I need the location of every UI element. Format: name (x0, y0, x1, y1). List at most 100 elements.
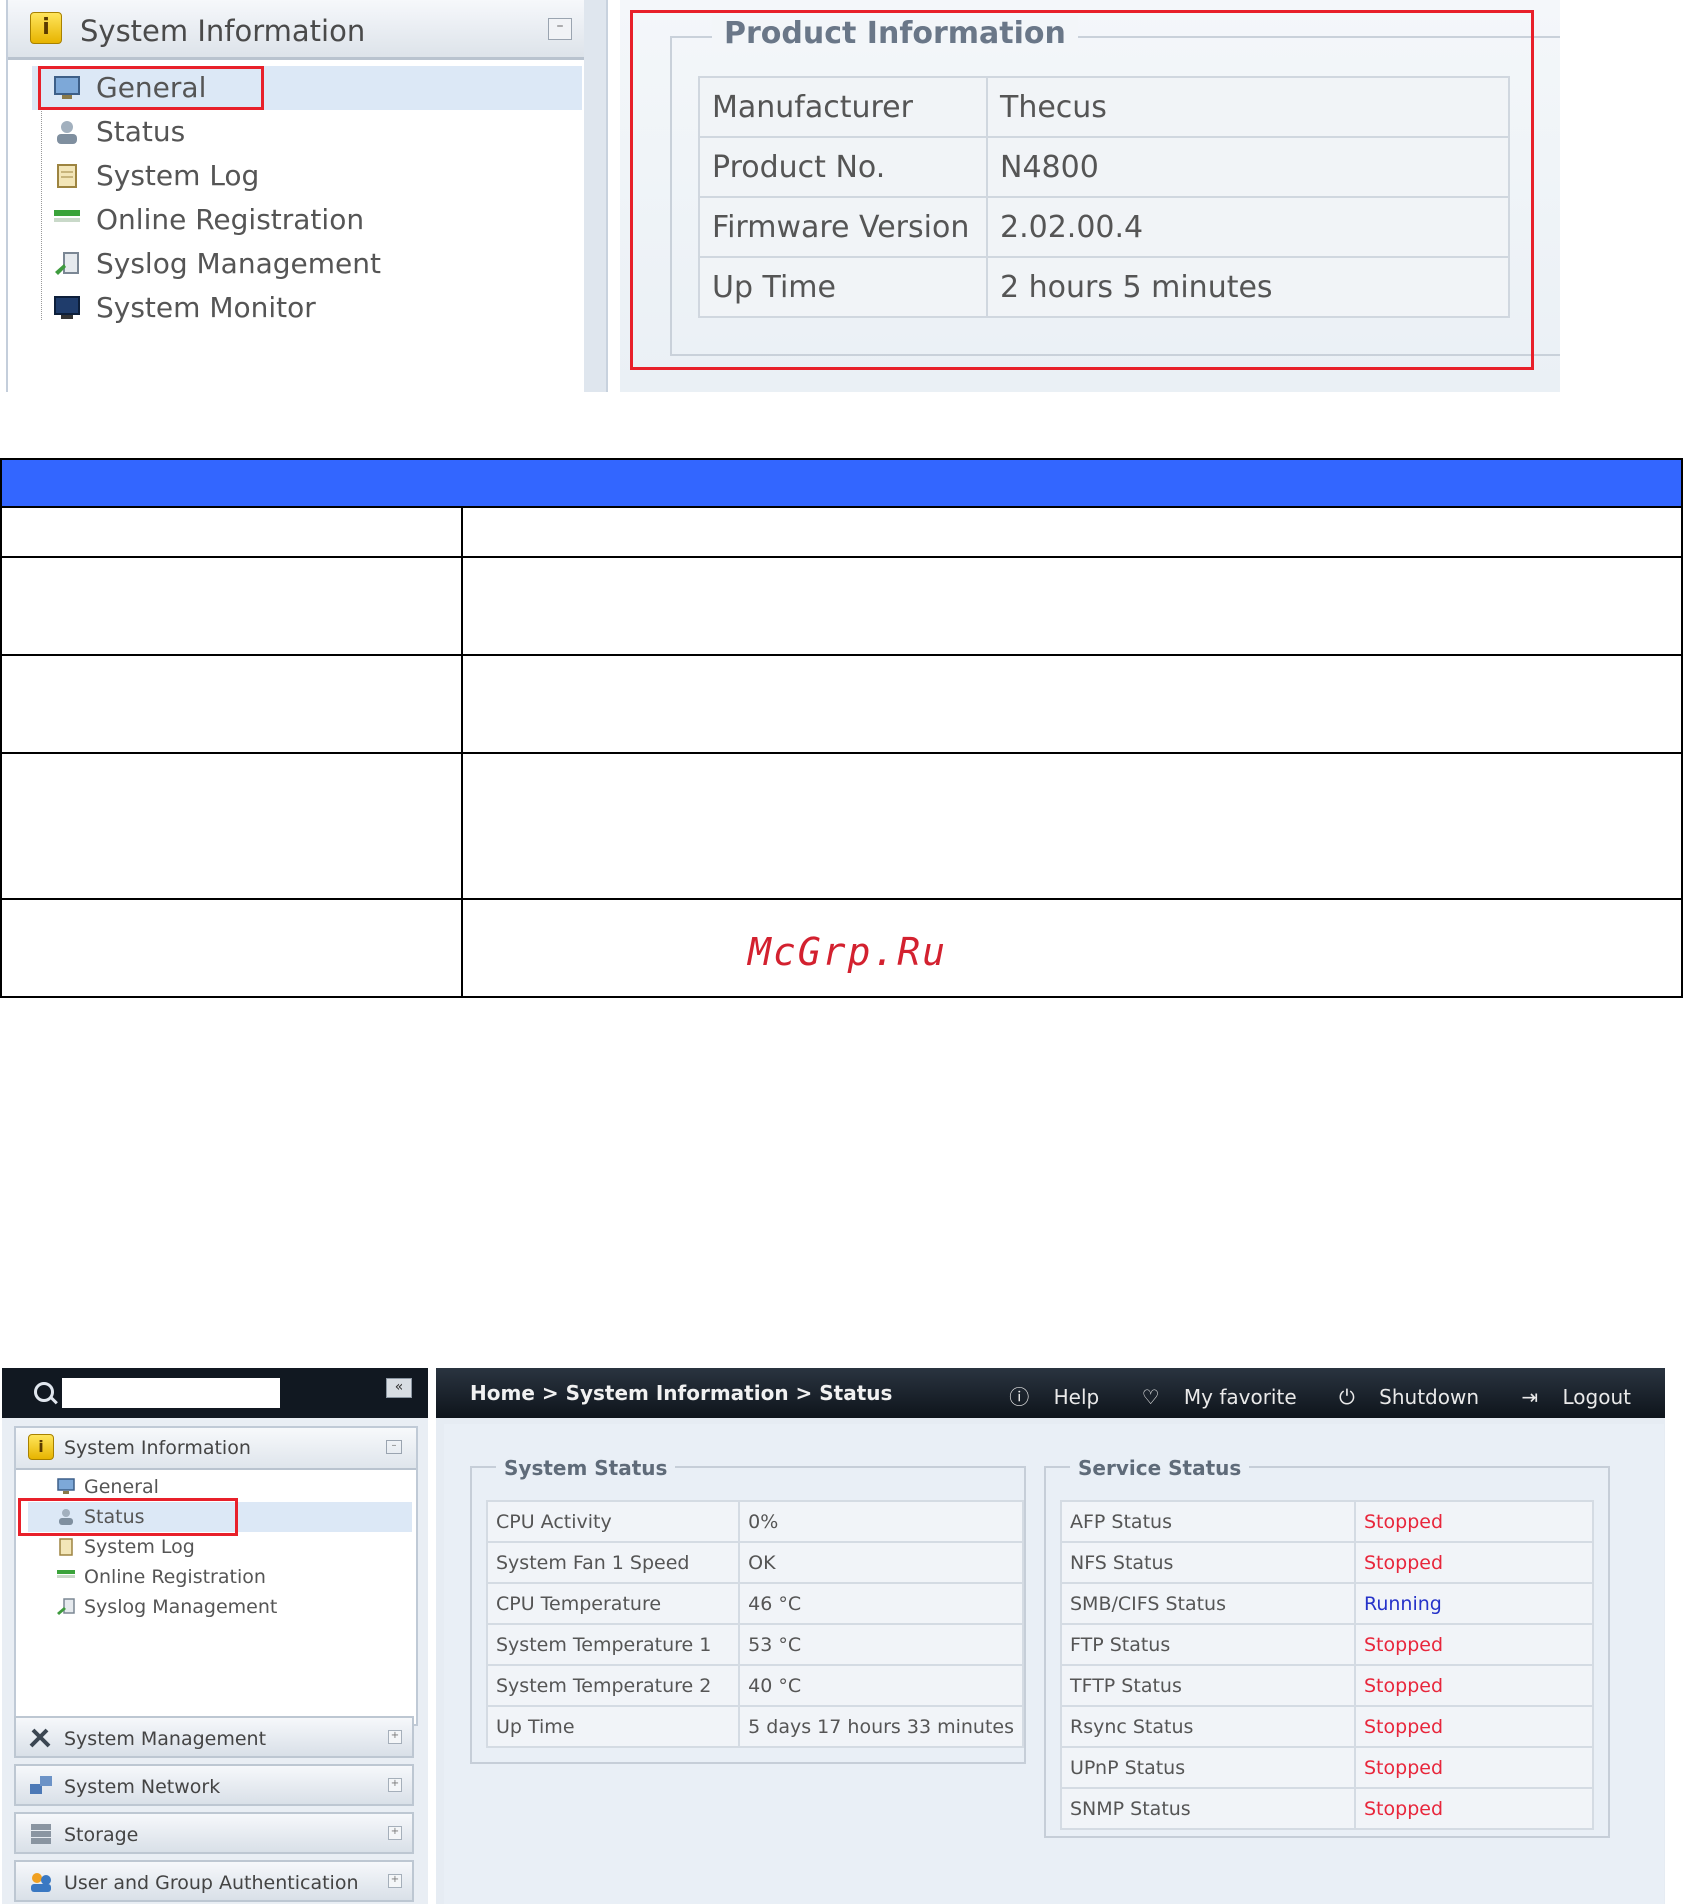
row-key: SNMP Status (1060, 1787, 1356, 1830)
service-status-legend: Service Status (1070, 1456, 1250, 1480)
system-status-legend: System Status (496, 1456, 676, 1480)
status-stopped: Stopped (1354, 1541, 1594, 1584)
row-key: System Fan 1 Speed (485, 1541, 741, 1584)
tree-item-label: System Log (84, 1536, 195, 1558)
favorite-link[interactable]: ♡ My favorite (1124, 1385, 1297, 1409)
table-row (0, 656, 1683, 754)
expand-button[interactable]: + (388, 1826, 402, 1840)
logout-link[interactable]: ⇥ Logout (1503, 1385, 1631, 1409)
table-row: CPU Activity 0% (485, 1500, 1024, 1543)
table-row: CPU Temperature 46 °C (485, 1582, 1024, 1625)
nav-group-storage[interactable]: Storage + (14, 1812, 414, 1854)
registration-icon (57, 1570, 75, 1578)
table-row: FTP Status Stopped (1060, 1623, 1594, 1666)
system-status-table: CPU Activity 0% System Fan 1 Speed OK CPU … (485, 1500, 1024, 1748)
nav-group-label: System Management (64, 1728, 267, 1750)
row-key: TFTP Status (1060, 1664, 1356, 1707)
help-link[interactable]: ⓘ Help (991, 1385, 1099, 1409)
collapse-sidebar-button[interactable]: « (386, 1378, 412, 1398)
row-value: 53 °C (738, 1623, 1024, 1666)
nav-group-system-network[interactable]: System Network + (14, 1764, 414, 1806)
service-status-section: Service Status AFP Status Stopped NFS Sta… (1044, 1456, 1610, 1838)
row-key: NFS Status (1060, 1541, 1356, 1584)
row-key: FTP Status (1060, 1623, 1356, 1666)
search-input[interactable] (62, 1378, 280, 1408)
tree-item-label: Status (96, 115, 186, 148)
power-icon: ⏻ (1338, 1385, 1355, 1409)
panel-header[interactable]: i System Information – (8, 0, 586, 60)
collapse-button[interactable]: – (548, 18, 572, 40)
table-row: SNMP Status Stopped (1060, 1787, 1594, 1830)
collapse-button[interactable]: – (386, 1440, 402, 1454)
syslog-icon (55, 252, 79, 275)
syslog-icon (57, 1598, 75, 1615)
watermark-text: McGrp.Ru (748, 930, 948, 974)
shutdown-link[interactable]: ⏻ Shutdown (1321, 1385, 1479, 1409)
table-row: NFS Status Stopped (1060, 1541, 1594, 1584)
row-value: 46 °C (738, 1582, 1024, 1625)
table-row: System Temperature 2 40 °C (485, 1664, 1024, 1707)
tree-item-syslog-management[interactable]: Syslog Management (32, 242, 582, 286)
row-key: UPnP Status (1060, 1746, 1356, 1789)
row-key: Rsync Status (1060, 1705, 1356, 1748)
tree-item-system-log[interactable]: System Log (32, 154, 582, 198)
users-icon (31, 1873, 51, 1892)
splitter[interactable] (584, 0, 608, 392)
search-icon[interactable] (34, 1382, 54, 1402)
highlight-box-status (18, 1498, 238, 1536)
tools-icon (29, 1728, 51, 1748)
main-content: Home > System Information > Status ⓘ Hel… (436, 1368, 1665, 1904)
status-stopped: Stopped (1354, 1787, 1594, 1830)
table-row: SMB/CIFS Status Running (1060, 1582, 1594, 1625)
heart-icon: ♡ (1141, 1385, 1160, 1409)
top-screenshot: i System Information – General Status Sy… (0, 0, 1560, 392)
system-information-panel: i System Information – General Status Sy… (14, 1426, 418, 1726)
row-value: OK (738, 1541, 1024, 1584)
status-running: Running (1354, 1582, 1594, 1625)
row-key: CPU Activity (485, 1500, 741, 1543)
row-key: System Temperature 1 (485, 1623, 741, 1666)
panel-header[interactable]: i System Information – (16, 1428, 416, 1470)
row-value: 0% (738, 1500, 1024, 1543)
table-row (0, 558, 1683, 656)
top-actions: ⓘ Help ♡ My favorite ⏻ Shutdown ⇥ Logout (973, 1381, 1631, 1410)
table-row (0, 754, 1683, 900)
nav-group-user-and-group-authentication[interactable]: User and Group Authentication + (14, 1860, 414, 1902)
monitor-icon (54, 296, 80, 319)
tree-item-label: System Log (96, 159, 260, 192)
table-row: TFTP Status Stopped (1060, 1664, 1594, 1707)
table-row: System Fan 1 Speed OK (485, 1541, 1024, 1584)
panel-title: System Information (64, 1437, 251, 1459)
breadcrumb[interactable]: Home > System Information > Status (470, 1381, 892, 1405)
tree-item-system-monitor[interactable]: System Monitor (32, 286, 582, 330)
table-row: System Temperature 1 53 °C (485, 1623, 1024, 1666)
expand-button[interactable]: + (388, 1874, 402, 1888)
expand-button[interactable]: + (388, 1778, 402, 1792)
status-stopped: Stopped (1354, 1623, 1594, 1666)
table-row: AFP Status Stopped (1060, 1500, 1594, 1543)
user-icon (57, 121, 77, 144)
info-icon: i (30, 12, 62, 44)
highlight-box-general (38, 66, 264, 110)
row-key: System Temperature 2 (485, 1664, 741, 1707)
tree-item-label: Online Registration (84, 1566, 266, 1588)
table-row: Rsync Status Stopped (1060, 1705, 1594, 1748)
system-status-section: System Status CPU Activity 0% System Fan … (470, 1456, 1026, 1764)
expand-button[interactable]: + (388, 1730, 402, 1744)
monitor-icon (57, 1478, 75, 1494)
table-row: UPnP Status Stopped (1060, 1746, 1594, 1789)
tree-item-online-registration[interactable]: Online Registration (28, 1562, 412, 1592)
status-content: System Status CPU Activity 0% System Fan … (444, 1424, 1664, 1904)
search-bar: « (2, 1368, 428, 1418)
nav-group-system-management[interactable]: System Management + (14, 1716, 414, 1758)
tree-item-syslog-management[interactable]: Syslog Management (28, 1592, 412, 1622)
table-row (0, 508, 1683, 558)
tree-item-system-log[interactable]: System Log (28, 1532, 412, 1562)
tree-item-status[interactable]: Status (32, 110, 582, 154)
panel-title: System Information (80, 14, 366, 48)
logout-icon: ⇥ (1521, 1385, 1539, 1409)
tree-item-online-registration[interactable]: Online Registration (32, 198, 582, 242)
info-icon: i (28, 1434, 54, 1460)
log-icon (57, 164, 77, 188)
registration-icon (54, 210, 80, 222)
